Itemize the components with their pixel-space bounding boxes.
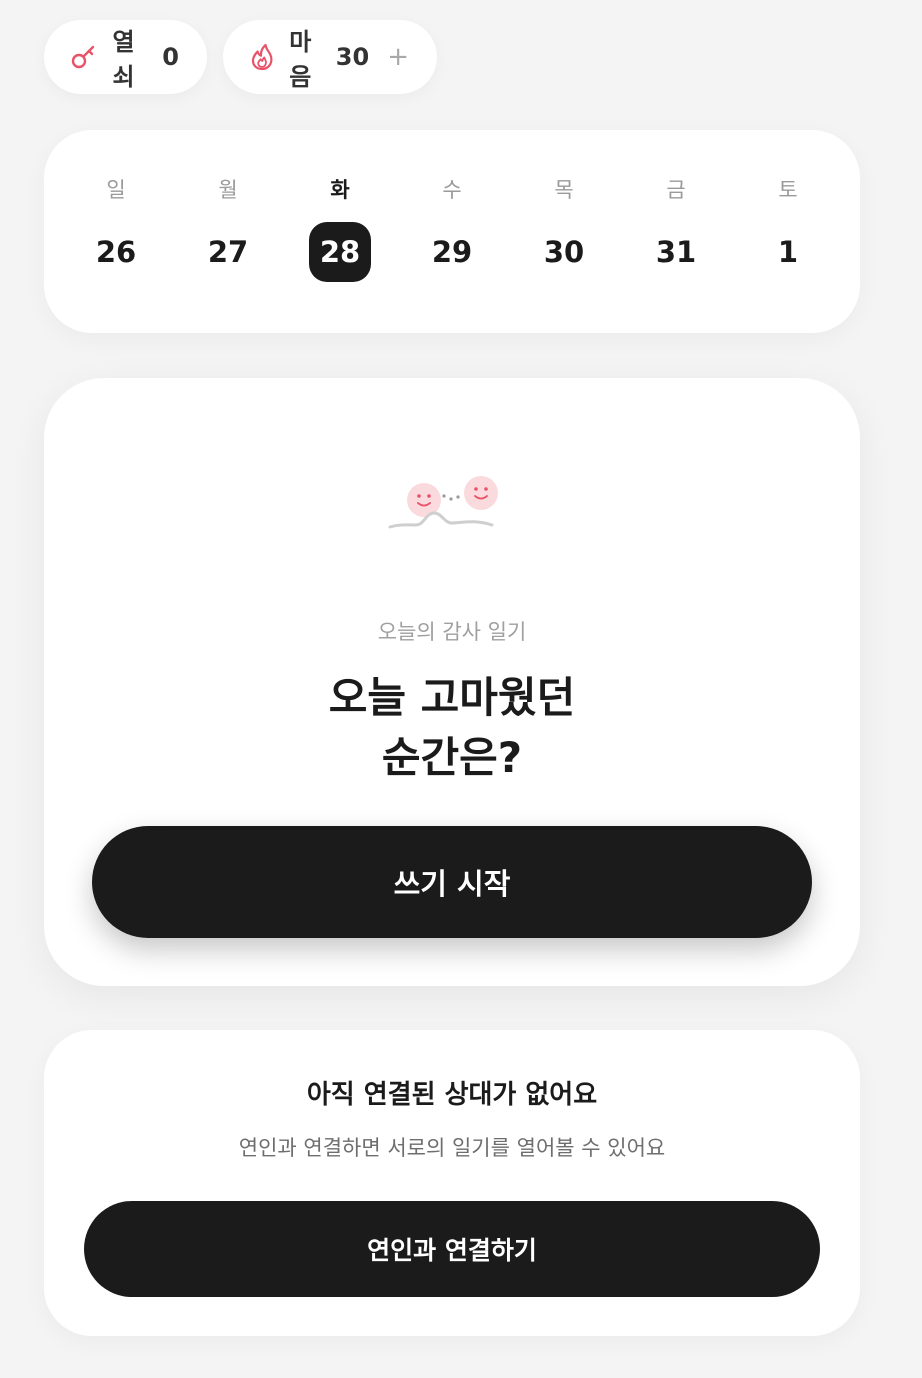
day-of-week-label: 일: [106, 178, 126, 202]
date-number: 1: [777, 235, 799, 269]
diary-subtitle: 오늘의 감사 일기: [377, 620, 527, 644]
heart-count: 30: [335, 43, 370, 71]
day-fri[interactable]: 금 31: [620, 130, 732, 333]
day-tue-selected[interactable]: 화 28: [284, 130, 396, 333]
key-chip[interactable]: 열쇠 0: [44, 20, 207, 94]
day-of-week-label: 토: [778, 178, 798, 202]
day-thu[interactable]: 목 30: [508, 130, 620, 333]
date-number: 31: [655, 235, 697, 269]
connect-partner-button[interactable]: 연인과 연결하기: [84, 1201, 820, 1297]
date-number: 29: [431, 235, 473, 269]
gratitude-diary-card: 오늘의 감사 일기 오늘 고마웠던 순간은? 쓰기 시작: [44, 378, 860, 986]
flame-icon: [249, 42, 275, 72]
date-number: 30: [543, 235, 585, 269]
couple-faces-illustration: [386, 470, 506, 550]
heart-chip[interactable]: 마음 30 +: [223, 20, 437, 94]
add-heart-button[interactable]: +: [387, 42, 409, 72]
diary-question: 오늘 고마웠던 순간은?: [44, 668, 860, 788]
day-of-week-label: 목: [554, 178, 574, 202]
day-of-week-label: 월: [218, 178, 238, 202]
day-of-week-label: 금: [666, 178, 686, 202]
start-writing-button[interactable]: 쓰기 시작: [92, 826, 812, 938]
status-chips: 열쇠 0 마음 30 +: [44, 20, 437, 94]
day-sun[interactable]: 일 26: [60, 130, 172, 333]
connect-description: 연인과 연결하면 서로의 일기를 열어볼 수 있어요: [238, 1136, 666, 1160]
day-of-week-label: 수: [442, 178, 462, 202]
key-icon: [70, 42, 98, 72]
day-mon[interactable]: 월 27: [172, 130, 284, 333]
day-of-week-label: 화: [330, 178, 350, 202]
date-number: 26: [95, 235, 137, 269]
connect-title: 아직 연결된 상대가 없어요: [306, 1080, 598, 1110]
date-number: 27: [207, 235, 249, 269]
key-count: 0: [162, 43, 179, 71]
key-label: 열쇠: [112, 28, 135, 91]
day-wed[interactable]: 수 29: [396, 130, 508, 333]
heart-label: 마음: [289, 28, 312, 91]
connect-partner-card: 아직 연결된 상대가 없어요 연인과 연결하면 서로의 일기를 열어볼 수 있어…: [44, 1030, 860, 1336]
selected-date-number: 28: [309, 222, 371, 282]
diary-question-line1: 오늘 고마웠던: [328, 673, 576, 722]
week-calendar: 일 26 월 27 화 28 수 29 목 30 금 31 토 1: [44, 130, 860, 333]
diary-question-line2: 순간은?: [381, 733, 523, 782]
day-sat[interactable]: 토 1: [732, 130, 844, 333]
